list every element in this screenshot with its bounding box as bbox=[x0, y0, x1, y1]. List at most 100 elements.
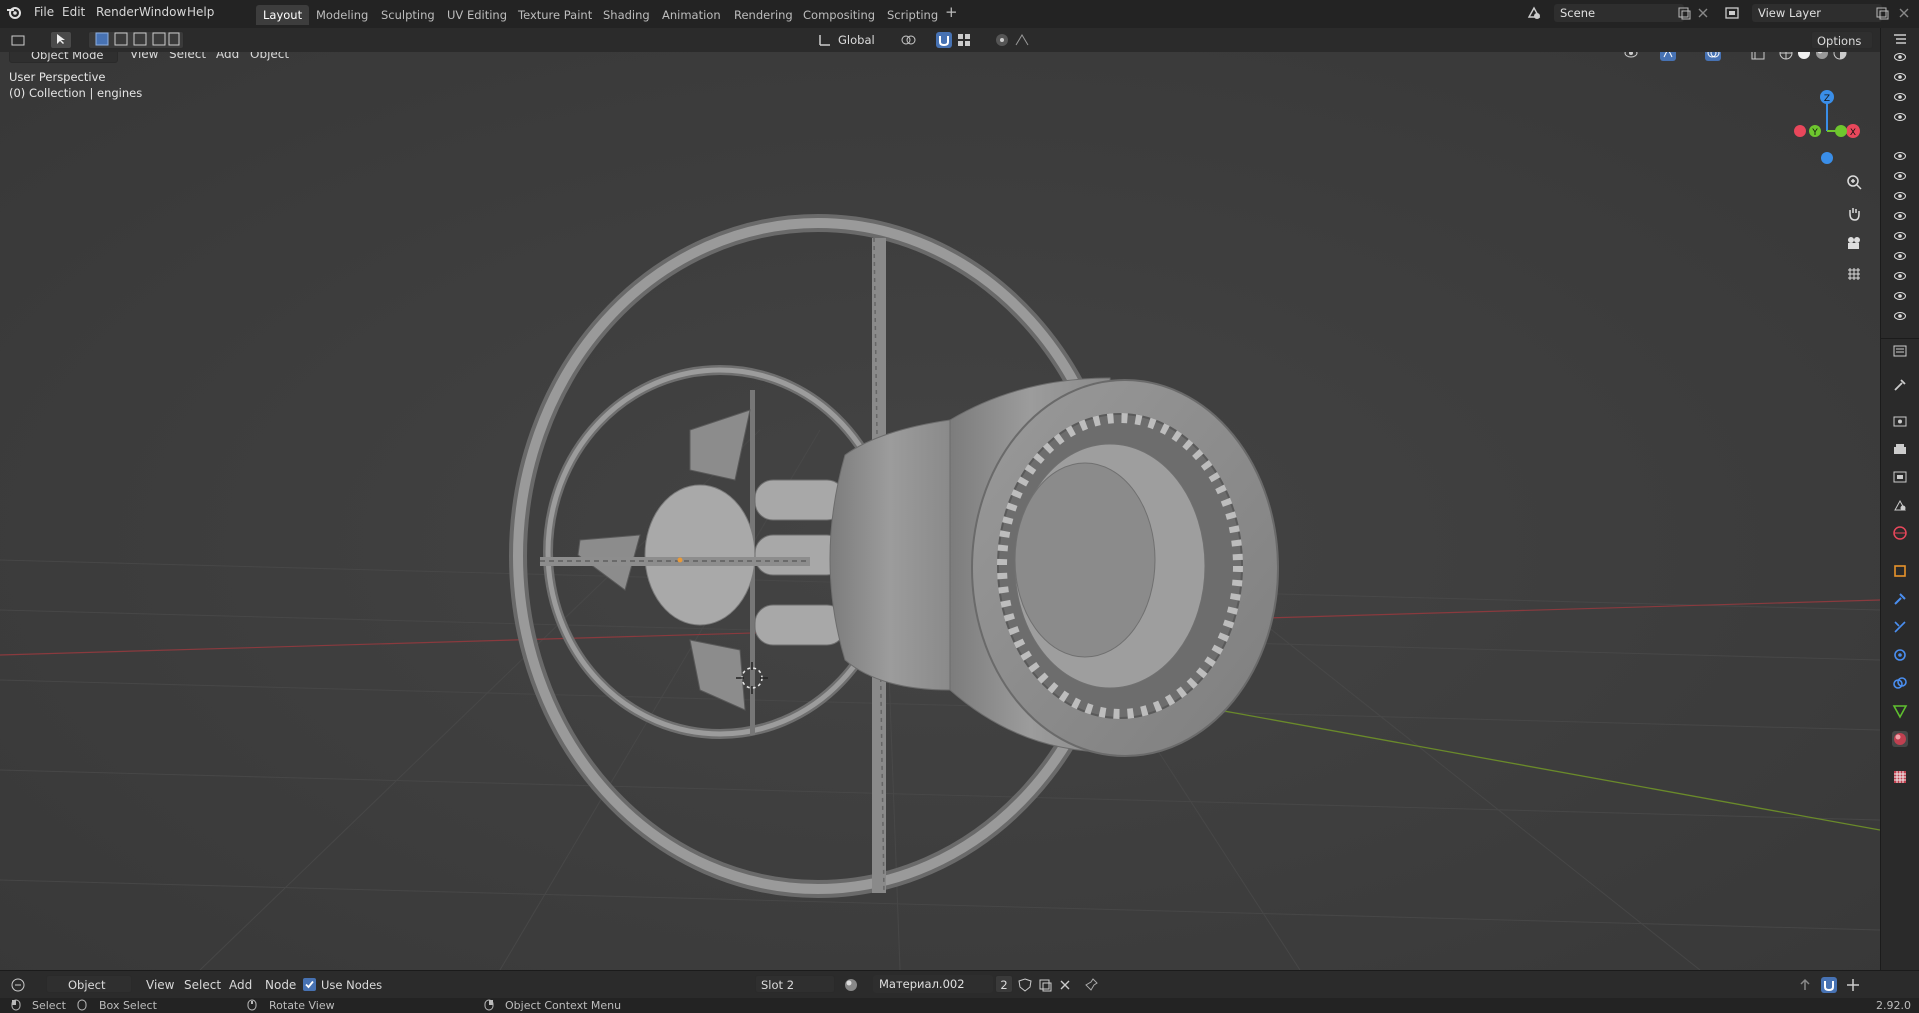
visibility-eye-icon[interactable] bbox=[1893, 229, 1907, 243]
pan-hand-icon[interactable] bbox=[1846, 205, 1862, 221]
menu-render[interactable]: Render bbox=[96, 5, 139, 19]
blender-logo-icon[interactable] bbox=[6, 4, 22, 20]
snap-node-icon[interactable] bbox=[1821, 977, 1837, 993]
mouse-right-icon bbox=[484, 999, 494, 1011]
version-label: 2.92.0 bbox=[1876, 999, 1911, 1012]
status-select: Select bbox=[32, 999, 66, 1012]
visibility-eye-icon[interactable] bbox=[1893, 209, 1907, 223]
scene-icon[interactable] bbox=[1526, 5, 1542, 21]
select-tool-button[interactable] bbox=[50, 31, 72, 49]
visibility-eye-icon[interactable] bbox=[1893, 70, 1907, 84]
falloff-icon[interactable] bbox=[1014, 32, 1030, 48]
properties-editor-icon[interactable] bbox=[1892, 343, 1908, 359]
visibility-eye-icon[interactable] bbox=[1893, 90, 1907, 104]
duplicate-view-layer-icon[interactable] bbox=[1874, 5, 1890, 21]
unlink-material-icon[interactable] bbox=[1057, 977, 1073, 993]
shader-editor-type-icon[interactable] bbox=[10, 977, 26, 993]
add-workspace-button[interactable]: + bbox=[945, 3, 958, 21]
shader-menu-add[interactable]: Add bbox=[229, 978, 252, 992]
shader-menu-view[interactable]: View bbox=[146, 978, 174, 992]
status-context-menu: Object Context Menu bbox=[505, 999, 622, 1012]
output-properties-icon[interactable] bbox=[1892, 441, 1908, 457]
object-properties-icon[interactable] bbox=[1892, 563, 1908, 579]
modifier-properties-icon[interactable] bbox=[1892, 591, 1908, 607]
scene-render[interactable] bbox=[0, 28, 1880, 970]
visibility-eye-icon[interactable] bbox=[1893, 289, 1907, 303]
slot-label: Slot 2 bbox=[761, 978, 795, 992]
orientation-icon[interactable] bbox=[817, 32, 833, 48]
parent-node-tree-icon[interactable] bbox=[1797, 977, 1813, 993]
visibility-eye-icon[interactable] bbox=[1893, 149, 1907, 163]
tab-sculpting[interactable]: Sculpting bbox=[374, 5, 442, 25]
snap-element-icon[interactable] bbox=[1845, 977, 1861, 993]
material-properties-icon[interactable] bbox=[1892, 731, 1908, 747]
outliner-editor-icon[interactable] bbox=[1892, 31, 1908, 47]
editor-type-icon[interactable] bbox=[10, 32, 26, 48]
particles-properties-icon[interactable] bbox=[1892, 619, 1908, 635]
menu-edit[interactable]: Edit bbox=[62, 5, 85, 19]
shader-menu-select[interactable]: Select bbox=[184, 978, 221, 992]
world-properties-icon[interactable] bbox=[1892, 525, 1908, 541]
proportional-edit-icon[interactable] bbox=[994, 32, 1010, 48]
use-nodes-checkbox[interactable] bbox=[303, 978, 316, 991]
snap-icon[interactable] bbox=[936, 32, 952, 48]
view-layer-field[interactable]: View Layer bbox=[1752, 4, 1882, 22]
shader-editor-header: Object View Select Add Node Use Nodes Sl… bbox=[0, 970, 1919, 999]
menu-window[interactable]: Window bbox=[139, 5, 186, 19]
scene-name-field[interactable]: Scene bbox=[1554, 4, 1684, 22]
perspective-label: User Perspective bbox=[9, 70, 106, 84]
visibility-eye-icon[interactable] bbox=[1893, 110, 1907, 124]
physics-properties-icon[interactable] bbox=[1892, 647, 1908, 663]
view-layer-properties-icon[interactable] bbox=[1892, 469, 1908, 485]
selection-mode-group[interactable] bbox=[88, 31, 184, 49]
remove-scene-icon[interactable] bbox=[1695, 5, 1711, 21]
tab-rendering[interactable]: Rendering bbox=[727, 5, 800, 25]
visibility-eye-icon[interactable] bbox=[1893, 269, 1907, 283]
pivot-icon[interactable] bbox=[900, 32, 916, 48]
slot-dropdown[interactable]: Slot 2 bbox=[755, 975, 835, 993]
view-layer-icon[interactable] bbox=[1724, 5, 1740, 21]
material-users-count[interactable]: 2 bbox=[995, 975, 1013, 993]
constraints-properties-icon[interactable] bbox=[1892, 675, 1908, 691]
visibility-eye-icon[interactable] bbox=[1893, 50, 1907, 64]
shader-menu-node[interactable]: Node bbox=[265, 978, 296, 992]
remove-view-layer-icon[interactable] bbox=[1896, 5, 1912, 21]
material-browse-icon[interactable] bbox=[843, 977, 859, 993]
3d-viewport[interactable]: Object Mode View Select Add Object User … bbox=[0, 28, 1880, 970]
visibility-eye-icon[interactable] bbox=[1893, 189, 1907, 203]
visibility-eye-icon[interactable] bbox=[1893, 309, 1907, 323]
orthographic-grid-icon[interactable] bbox=[1846, 266, 1862, 282]
visibility-eye-icon[interactable] bbox=[1893, 249, 1907, 263]
shader-type-dropdown[interactable]: Object bbox=[46, 975, 132, 993]
tab-uv-editing[interactable]: UV Editing bbox=[440, 5, 514, 25]
texture-properties-icon[interactable] bbox=[1892, 769, 1908, 785]
tool-properties-icon[interactable] bbox=[1892, 377, 1908, 393]
selection-modes-icon bbox=[95, 32, 180, 46]
status-box-select: Box Select bbox=[99, 999, 157, 1012]
duplicate-material-icon[interactable] bbox=[1037, 977, 1053, 993]
menu-file[interactable]: File bbox=[34, 5, 54, 19]
tab-texture-paint[interactable]: Texture Paint bbox=[511, 5, 599, 25]
visibility-eye-icon[interactable] bbox=[1893, 169, 1907, 183]
render-properties-icon[interactable] bbox=[1892, 413, 1908, 429]
camera-view-icon[interactable] bbox=[1846, 235, 1862, 251]
pin-icon[interactable] bbox=[1083, 977, 1099, 993]
tab-shading[interactable]: Shading bbox=[596, 5, 657, 25]
options-dropdown[interactable]: Options bbox=[1811, 31, 1873, 49]
zoom-icon[interactable] bbox=[1846, 174, 1862, 190]
menu-help[interactable]: Help bbox=[187, 5, 214, 19]
tab-layout[interactable]: Layout bbox=[256, 5, 310, 25]
scene-properties-icon[interactable] bbox=[1892, 497, 1908, 513]
tab-scripting[interactable]: Scripting bbox=[880, 5, 945, 25]
tab-animation[interactable]: Animation bbox=[655, 5, 728, 25]
fake-user-shield-icon[interactable] bbox=[1017, 977, 1033, 993]
tab-modeling[interactable]: Modeling bbox=[309, 5, 375, 25]
duplicate-scene-icon[interactable] bbox=[1676, 5, 1692, 21]
transform-orientation-dropdown[interactable]: Global bbox=[838, 33, 875, 47]
snap-target-icon[interactable] bbox=[956, 32, 972, 48]
tab-compositing[interactable]: Compositing bbox=[796, 5, 882, 25]
navigation-gizmo[interactable]: Z Y X bbox=[1790, 83, 1860, 173]
mouse-left-icon bbox=[11, 999, 21, 1011]
material-name-field[interactable]: Материал.002 bbox=[873, 975, 993, 993]
object-data-properties-icon[interactable] bbox=[1892, 703, 1908, 719]
